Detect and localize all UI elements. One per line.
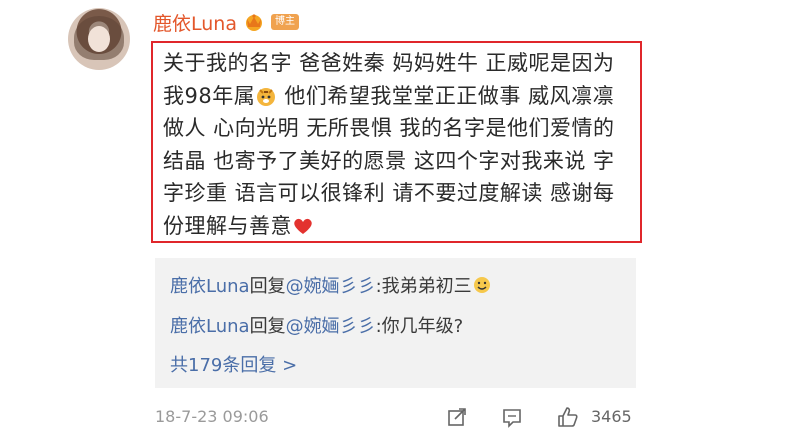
- post-timestamp: 18-7-23 09:06: [155, 407, 269, 426]
- reply-mention[interactable]: @婉婳彡彡: [286, 316, 376, 337]
- post-footer: 18-7-23 09:06 3465: [155, 403, 640, 431]
- reply-content: :你几年级?: [375, 316, 464, 337]
- reply-verb: 回复: [249, 316, 286, 337]
- like-count: 3465: [591, 407, 632, 426]
- avatar-face: [88, 26, 110, 52]
- thumbs-up-icon: [558, 407, 578, 427]
- reply-mention[interactable]: @婉婳彡彡: [286, 276, 376, 297]
- comment-button[interactable]: [498, 403, 526, 431]
- reply-item: 鹿依Luna回复@婉婳彡彡:你几年级?: [170, 312, 463, 338]
- tiger-emoji-icon: [257, 87, 276, 106]
- reply-author[interactable]: 鹿依Luna: [170, 316, 250, 337]
- reply-author[interactable]: 鹿依Luna: [170, 276, 250, 297]
- view-all-replies-link[interactable]: 共179条回复 >: [170, 351, 297, 377]
- author-badge: 博主: [270, 14, 299, 30]
- share-icon: [448, 408, 466, 426]
- crown-icon: [245, 14, 262, 31]
- reply-verb: 回复: [249, 276, 286, 297]
- avatar[interactable]: [68, 8, 130, 70]
- reply-content: :我弟弟初三: [375, 276, 472, 297]
- post-content-highlight: 关于我的名字 爸爸姓秦 妈妈姓牛 正威呢是因为我98年属 他们希望我堂堂正正做事…: [151, 41, 642, 243]
- user-header: 鹿依Luna 博主: [153, 8, 299, 36]
- reply-panel: 鹿依Luna回复@婉婳彡彡:我弟弟初三 鹿依Luna回复@婉婳彡彡:你几年级? …: [155, 258, 636, 388]
- smile-emoji-icon: [473, 277, 490, 293]
- username[interactable]: 鹿依Luna: [153, 9, 237, 36]
- red-heart-icon: [294, 218, 312, 234]
- like-button[interactable]: [554, 403, 582, 431]
- post-text: 关于我的名字 爸爸姓秦 妈妈姓牛 正威呢是因为我98年属 他们希望我堂堂正正做事…: [163, 47, 632, 242]
- comment-icon: [503, 409, 521, 428]
- share-button[interactable]: [443, 403, 471, 431]
- reply-item: 鹿依Luna回复@婉婳彡彡:我弟弟初三: [170, 272, 492, 298]
